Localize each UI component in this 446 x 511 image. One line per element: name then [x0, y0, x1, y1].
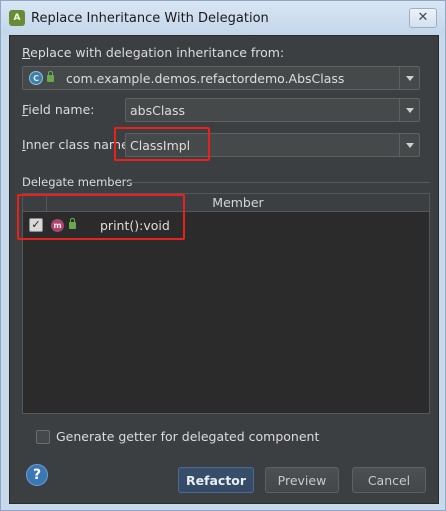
help-button[interactable]: ?	[26, 464, 48, 486]
generate-getter-checkbox[interactable]	[36, 429, 50, 444]
android-studio-icon: A	[9, 10, 25, 26]
generate-getter-option[interactable]: Generate getter for delegated component	[36, 429, 319, 444]
dialog-content: Replace with delegation inheritance from…	[9, 35, 439, 504]
preview-button[interactable]: Preview	[265, 467, 339, 493]
lock-icon	[47, 70, 54, 82]
field-name-value: absClass	[130, 102, 185, 118]
section-divider	[126, 182, 430, 183]
title-bar: A Replace Inheritance With Delegation ✕	[1, 1, 445, 35]
delegate-members-label: Delegate members	[22, 175, 133, 189]
dialog-window: A Replace Inheritance With Delegation ✕ …	[0, 0, 446, 511]
chevron-down-icon[interactable]	[399, 99, 419, 121]
field-name-label: Field name:	[22, 102, 95, 117]
highlight-inner-class	[114, 127, 210, 161]
field-name-combo[interactable]: absClass	[125, 98, 420, 122]
close-icon[interactable]: ✕	[418, 10, 429, 25]
close-button[interactable]: ✕	[409, 8, 437, 28]
highlight-member-row	[17, 194, 185, 240]
replace-from-label: Replace with delegation inheritance from…	[22, 45, 285, 60]
superclass-combo[interactable]: C com.example.demos.refactordemo.AbsClas…	[22, 66, 420, 90]
help-icon[interactable]: ?	[33, 467, 41, 483]
cancel-button[interactable]: Cancel	[352, 467, 426, 493]
window-title: Replace Inheritance With Delegation	[31, 10, 269, 26]
superclass-value: com.example.demos.refactordemo.AbsClass	[66, 70, 345, 86]
class-icon: C	[29, 71, 43, 85]
chevron-down-icon[interactable]	[399, 67, 419, 89]
refactor-button[interactable]: Refactor	[178, 467, 254, 493]
generate-getter-label: Generate getter for delegated component	[56, 429, 320, 444]
chevron-down-icon[interactable]	[399, 134, 419, 156]
